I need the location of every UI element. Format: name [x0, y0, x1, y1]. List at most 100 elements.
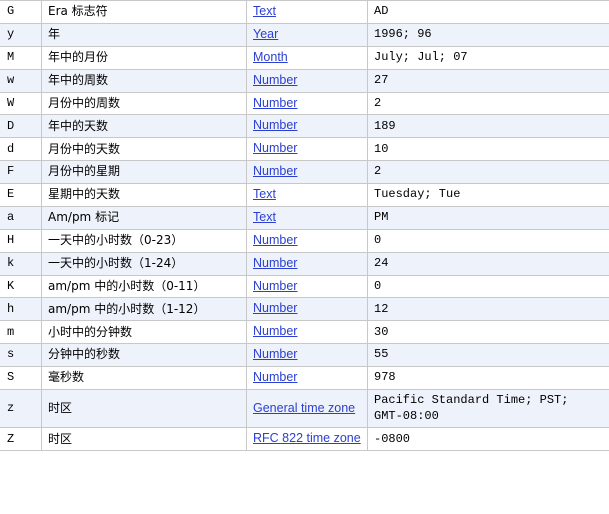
cell-description: 月份中的周数 — [41, 92, 247, 116]
cell-example: -0800 — [367, 427, 609, 452]
table-row: F 月份中的星期 Number 2 — [0, 160, 609, 184]
cell-description: 月份中的星期 — [41, 160, 247, 184]
cell-letter: z — [0, 389, 42, 429]
table-body: G Era 标志符 Text AD y 年 Year 1996; 96 M 年中的月份 Month J… — [0, 0, 609, 452]
cell-letter: m — [0, 320, 42, 345]
cell-type: Number — [246, 320, 368, 345]
cell-type: Number — [246, 252, 368, 276]
cell-letter: G — [0, 0, 42, 24]
table-row: E 星期中的天数 Text Tuesday; Tue — [0, 183, 609, 207]
table-row: s 分钟中的秒数 Number 55 — [0, 343, 609, 367]
type-link[interactable]: Year — [253, 27, 278, 41]
type-link[interactable]: Number — [253, 96, 297, 110]
cell-letter: Z — [0, 427, 42, 452]
cell-example: 2 — [367, 92, 609, 116]
table-row: D 年中的天数 Number 189 — [0, 114, 609, 139]
cell-type: RFC 822 time zone — [246, 427, 368, 452]
type-link[interactable]: Number — [253, 279, 297, 293]
cell-type: Year — [246, 23, 368, 47]
cell-letter: E — [0, 183, 42, 207]
cell-type: Number — [246, 366, 368, 390]
cell-type: Number — [246, 229, 368, 253]
cell-example: 0 — [367, 275, 609, 299]
table-row: w 年中的周数 Number 27 — [0, 69, 609, 93]
cell-description: Era 标志符 — [41, 0, 247, 24]
cell-example: 10 — [367, 137, 609, 162]
type-link[interactable]: Number — [253, 73, 297, 87]
cell-type: Number — [246, 297, 368, 322]
cell-type: Number — [246, 343, 368, 367]
cell-example: 12 — [367, 297, 609, 322]
cell-type: Text — [246, 0, 368, 24]
table-row: h am/pm 中的小时数（1-12） Number 12 — [0, 297, 609, 322]
cell-type: Number — [246, 275, 368, 299]
cell-description: 星期中的天数 — [41, 183, 247, 207]
type-link[interactable]: Number — [253, 164, 297, 178]
cell-letter: D — [0, 114, 42, 139]
cell-description: am/pm 中的小时数（0-11） — [41, 275, 247, 299]
cell-example: 978 — [367, 366, 609, 390]
type-link[interactable]: RFC 822 time zone — [253, 431, 361, 445]
cell-type: Number — [246, 92, 368, 116]
cell-description: 毫秒数 — [41, 366, 247, 390]
type-link[interactable]: Number — [253, 233, 297, 247]
cell-type: Number — [246, 137, 368, 162]
cell-example: 1996; 96 — [367, 23, 609, 47]
cell-example: 24 — [367, 252, 609, 276]
type-link[interactable]: Text — [253, 210, 276, 224]
cell-example: July; Jul; 07 — [367, 46, 609, 70]
cell-letter: K — [0, 275, 42, 299]
table-row: d 月份中的天数 Number 10 — [0, 137, 609, 162]
cell-type: Text — [246, 183, 368, 207]
type-link[interactable]: Number — [253, 141, 297, 155]
cell-letter: s — [0, 343, 42, 367]
cell-description: 时区 — [41, 389, 247, 429]
cell-type: Number — [246, 114, 368, 139]
table-row: H 一天中的小时数（0-23） Number 0 — [0, 229, 609, 253]
type-link[interactable]: General time zone — [253, 401, 355, 415]
cell-example: PM — [367, 206, 609, 230]
cell-description: 时区 — [41, 427, 247, 452]
cell-description: Am/pm 标记 — [41, 206, 247, 230]
date-format-letters-table: G Era 标志符 Text AD y 年 Year 1996; 96 M 年中的月份 Month J… — [0, 0, 609, 452]
cell-description: 年 — [41, 23, 247, 47]
cell-letter: H — [0, 229, 42, 253]
cell-type: Number — [246, 160, 368, 184]
cell-type: Text — [246, 206, 368, 230]
table-row: G Era 标志符 Text AD — [0, 0, 609, 24]
cell-description: am/pm 中的小时数（1-12） — [41, 297, 247, 322]
cell-letter: W — [0, 92, 42, 116]
cell-description: 一天中的小时数（1-24） — [41, 252, 247, 276]
type-link[interactable]: Text — [253, 4, 276, 18]
type-link[interactable]: Number — [253, 118, 297, 132]
table-row: m 小时中的分钟数 Number 30 — [0, 320, 609, 345]
type-link[interactable]: Number — [253, 324, 297, 338]
cell-description: 年中的天数 — [41, 114, 247, 139]
type-link[interactable]: Number — [253, 256, 297, 270]
type-link[interactable]: Number — [253, 370, 297, 384]
cell-example: Tuesday; Tue — [367, 183, 609, 207]
cell-description: 年中的周数 — [41, 69, 247, 93]
cell-description: 一天中的小时数（0-23） — [41, 229, 247, 253]
cell-type: Month — [246, 46, 368, 70]
type-link[interactable]: Month — [253, 50, 288, 64]
cell-example: 30 — [367, 320, 609, 345]
cell-letter: h — [0, 297, 42, 322]
table-row: Kam/pm 中的小时数（0-11） Number 0 — [0, 275, 609, 299]
table-row: a Am/pm 标记 Text PM — [0, 206, 609, 230]
cell-letter: y — [0, 23, 42, 47]
cell-example: 55 — [367, 343, 609, 367]
cell-example: 0 — [367, 229, 609, 253]
table-row: y 年 Year 1996; 96 — [0, 23, 609, 47]
cell-description: 小时中的分钟数 — [41, 320, 247, 345]
type-link[interactable]: Number — [253, 347, 297, 361]
cell-example: 189 — [367, 114, 609, 139]
cell-type: General time zone — [246, 389, 368, 429]
cell-type: Number — [246, 69, 368, 93]
type-link[interactable]: Text — [253, 187, 276, 201]
cell-letter: w — [0, 69, 42, 93]
type-link[interactable]: Number — [253, 301, 297, 315]
table-row: S 毫秒数 Number 978 — [0, 366, 609, 390]
cell-description: 月份中的天数 — [41, 137, 247, 162]
cell-letter: M — [0, 46, 42, 70]
